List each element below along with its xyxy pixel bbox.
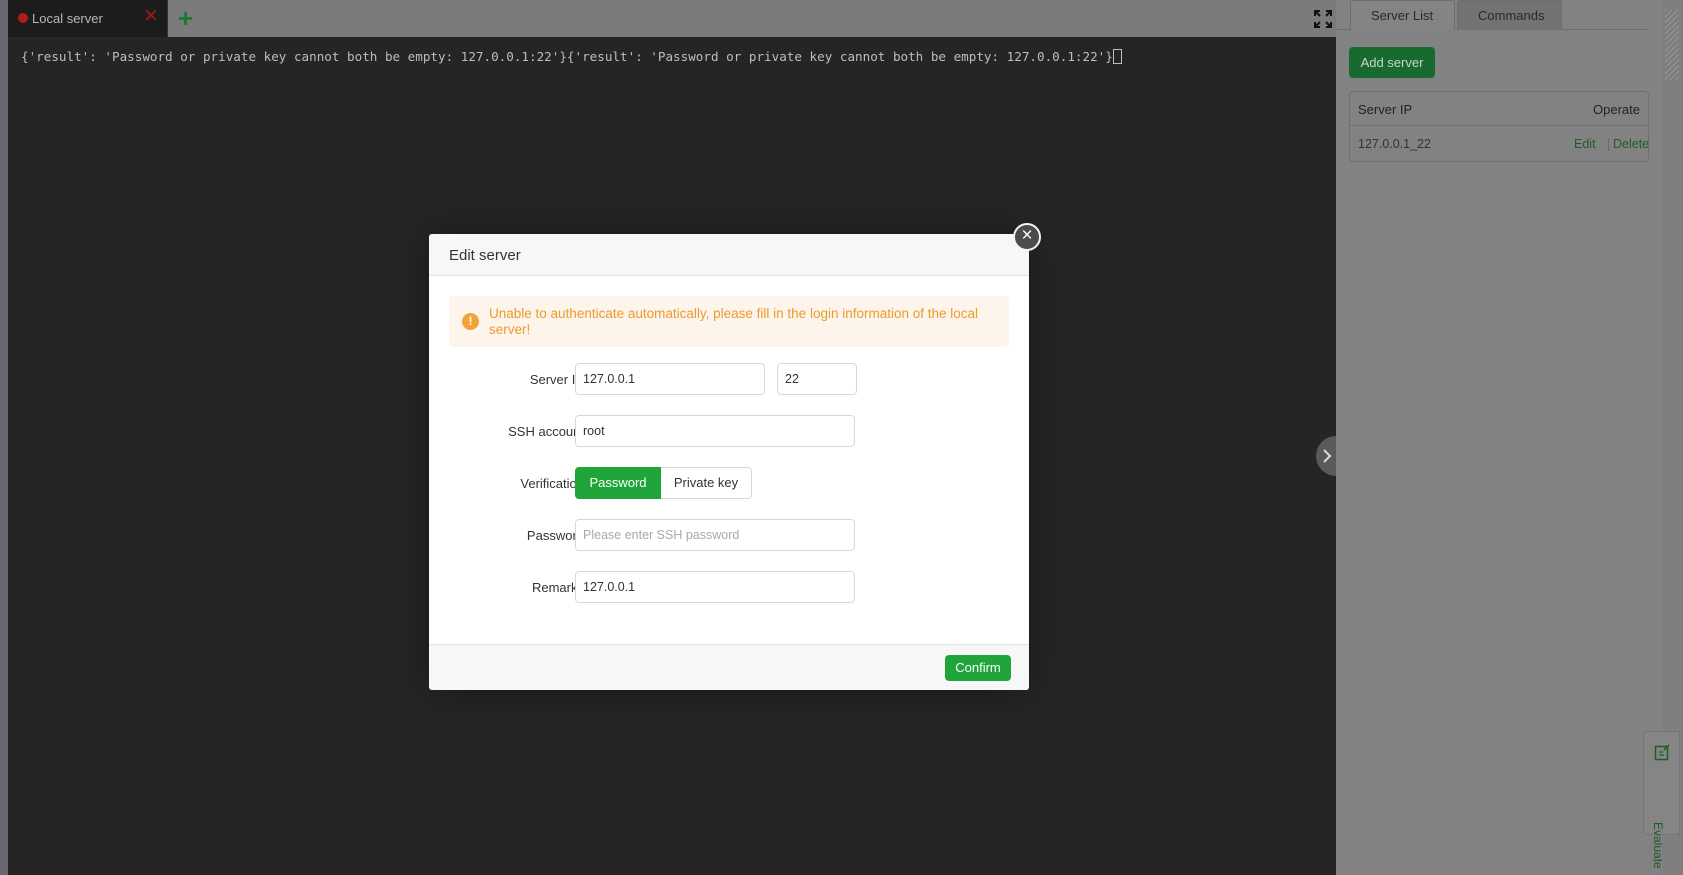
port-input[interactable]: 22 [777,363,857,395]
scrollbar-thumb[interactable] [1665,10,1679,80]
link-separator [1608,138,1609,151]
tab-commands[interactable]: Commands [1457,0,1562,30]
ssh-account-input[interactable]: root [575,415,855,447]
server-ip-cell: 127.0.0.1_22 [1358,137,1431,151]
edit-link[interactable]: Edit [1574,137,1596,151]
password-input[interactable]: Please enter SSH password [575,519,855,551]
right-panel-tabs: Server List Commands [1336,0,1648,30]
add-server-button[interactable]: Add server [1349,47,1435,78]
terminal-tab-bar: Local server ✕ + [8,0,1336,37]
terminal-output-text: {'result': 'Password or private key cann… [21,49,1113,64]
column-header-server-ip: Server IP [1358,102,1413,117]
close-tab-icon[interactable]: ✕ [143,7,159,27]
add-tab-icon[interactable]: + [178,5,193,31]
edit-note-icon [1654,744,1670,761]
server-table: Server IP Operate 127.0.0.1_22 Edit Dele… [1349,91,1649,162]
delete-link[interactable]: Delete [1613,137,1649,151]
dialog-title: Edit server [449,247,521,264]
password-option[interactable]: Password [575,467,661,499]
tab-server-list[interactable]: Server List [1350,0,1455,30]
server-ip-input[interactable]: 127.0.0.1 [575,363,765,395]
remarks-label: Remarks [531,580,584,595]
confirm-button[interactable]: Confirm [945,655,1011,681]
evaluate-label: Evaluate [1651,822,1665,869]
verification-label: Verification [520,476,584,491]
right-panel: Server List Commands Add server Server I… [1336,0,1662,875]
terminal-cursor [1112,49,1122,64]
warning-alert: ! Unable to authenticate automatically, … [449,296,1009,347]
remarks-input[interactable]: 127.0.0.1 [575,571,855,603]
dialog-header: Edit server [429,234,1029,276]
connection-status-dot [18,13,28,23]
window-edge [0,0,8,875]
tab-label: Local server [32,11,103,26]
ssh-account-label: SSH account [508,424,584,439]
close-dialog-icon[interactable]: × [1013,223,1041,251]
password-label: Password [526,528,584,543]
tab-local-server[interactable]: Local server ✕ [8,0,168,37]
fullscreen-icon[interactable] [1314,10,1332,28]
dialog-footer: Confirm [429,644,1029,690]
evaluate-button[interactable]: Evaluate [1643,731,1680,869]
terminal-output: {'result': 'Password or private key cann… [21,49,1122,64]
private-key-option[interactable]: Private key [661,467,752,499]
chevron-right-icon [1323,449,1332,463]
alert-message: Unable to authenticate automatically, pl… [489,306,979,337]
server-ip-label: Server IP [529,372,584,387]
warning-icon: ! [462,313,479,330]
column-header-operate: Operate [1593,102,1640,117]
table-divider [1350,125,1648,126]
edit-server-dialog: Edit server × ! Unable to authenticate a… [429,223,1041,690]
